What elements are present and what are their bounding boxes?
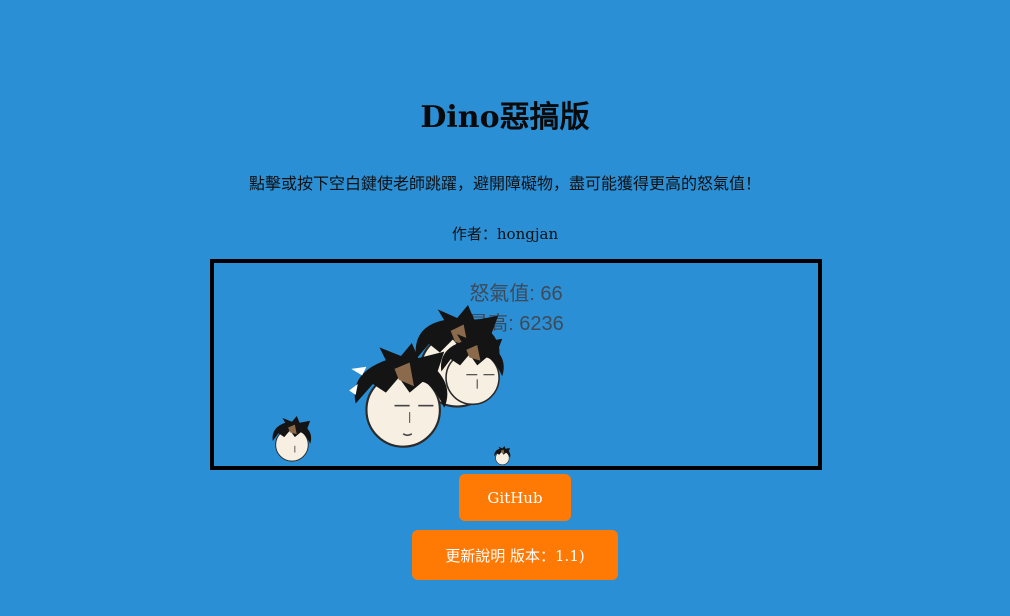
page-title: Dino惡搞版 xyxy=(420,100,590,135)
game-canvas[interactable]: 怒氣值: 66 最高: 6236 xyxy=(210,259,822,470)
rage-score: 怒氣值: 66 xyxy=(469,283,563,305)
github-button[interactable]: GitHub xyxy=(459,474,571,521)
best-score: 最高: 6236 xyxy=(468,313,564,335)
teacher-head-icon xyxy=(494,446,511,466)
teacher-head-icon xyxy=(440,331,504,406)
update-notes-button[interactable]: 更新說明 版本：1.1) xyxy=(412,530,618,580)
author-text: 作者：hongjan xyxy=(451,225,559,243)
page: Dino惡搞版 點擊或按下空白鍵使老師跳躍，避開障礙物，盡可能獲得更高的怒氣值！… xyxy=(0,0,1010,616)
teacher-head-icon xyxy=(272,416,312,462)
instructions-text: 點擊或按下空白鍵使老師跳躍，避開障礙物，盡可能獲得更高的怒氣值！ xyxy=(248,174,761,193)
